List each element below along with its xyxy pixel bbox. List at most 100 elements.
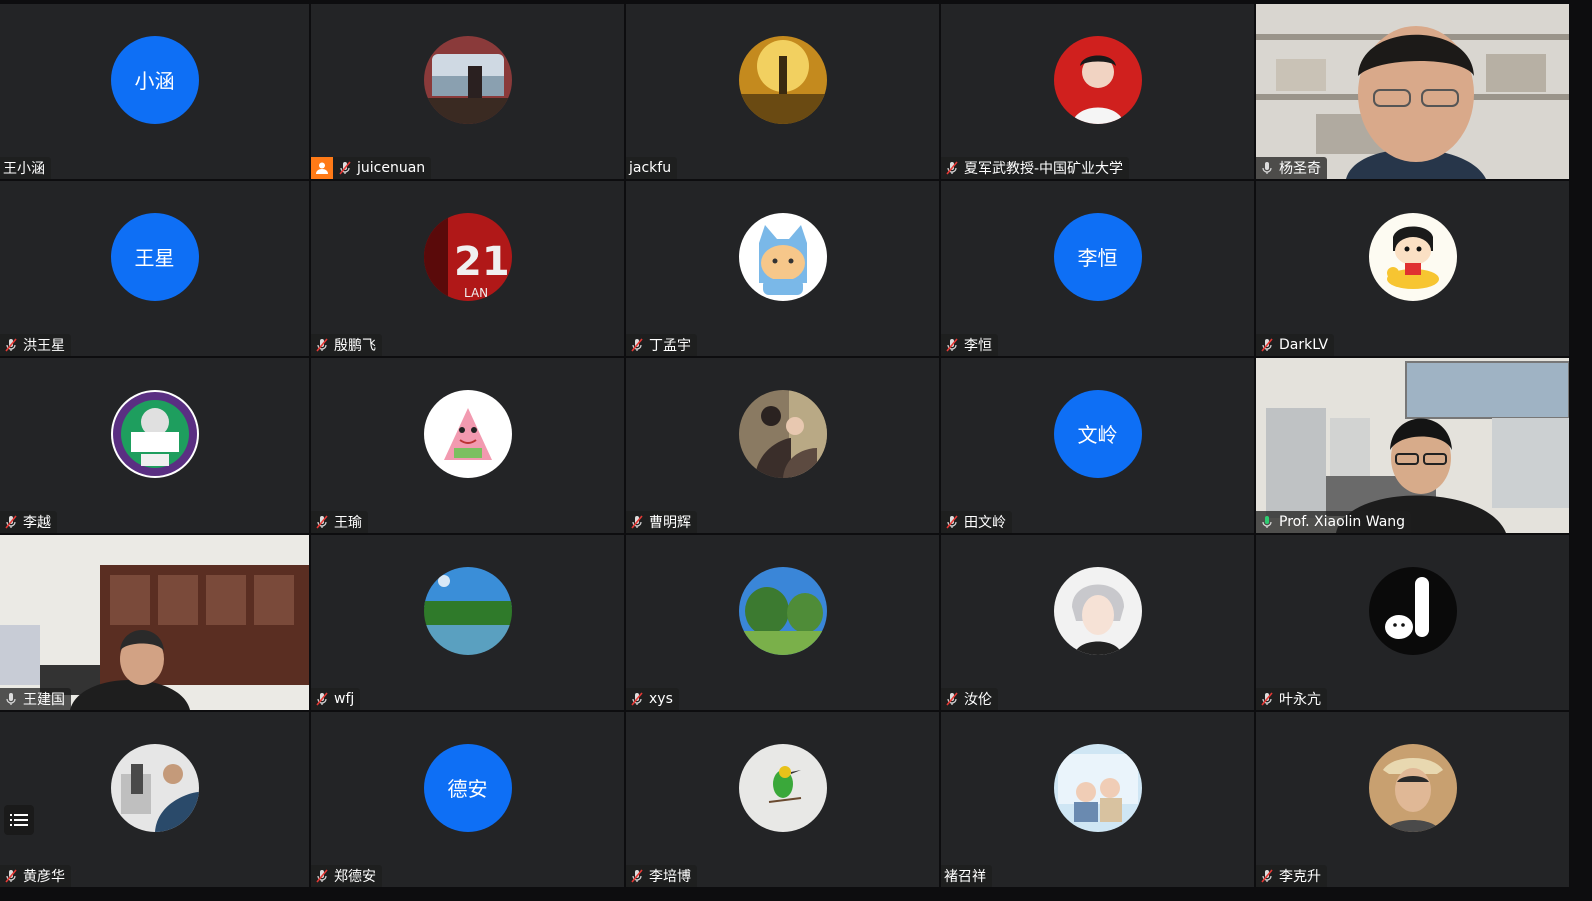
avatar [738,743,827,832]
participant-name: 王小涵 [3,161,45,177]
participant-tile[interactable]: 李越 [0,358,309,533]
nameplate: 郑德安 [311,865,382,887]
participant-tile[interactable]: 王瑜 [311,358,624,533]
nameplate: 褚召祥 [941,865,992,887]
avatar [1368,212,1457,301]
mic-icon [6,693,16,705]
avatar [423,35,512,124]
nameplate: 王瑜 [311,511,368,533]
participant-tile[interactable]: 汝伦 [941,535,1254,710]
participant-tile[interactable]: 黄彦华 [0,712,309,887]
participant-tile[interactable]: 李克升 [1256,712,1569,887]
avatar-initials: 文岭 [1077,423,1118,447]
participant-tile[interactable]: DarkLV [1256,181,1569,356]
avatar [1368,566,1457,655]
avatar [1053,743,1142,832]
avatar [110,743,199,832]
mic-muted-icon [1261,869,1273,883]
participant-tile[interactable]: 曹明辉 [626,358,939,533]
participant-tile[interactable]: xys [626,535,939,710]
mic-muted-icon [5,869,17,883]
participant-name: 殷鹏飞 [334,338,376,354]
participant-name: 汝伦 [964,692,992,708]
mic-muted-icon [631,692,643,706]
video-feed [0,535,309,710]
initials-avatar: 德安 [423,743,512,832]
nameplate: 叶永亢 [1256,688,1327,710]
nameplate: 曹明辉 [626,511,697,533]
participant-name: 丁孟宇 [649,338,691,354]
mic-muted-icon [316,338,328,352]
participant-tile[interactable]: 王星 洪王星 [0,181,309,356]
participant-name: 李培博 [649,869,691,885]
participant-tile[interactable]: wfj [311,535,624,710]
avatar [738,389,827,478]
participant-name: xys [649,691,673,707]
mic-muted-icon [316,515,328,529]
mic-muted-icon [946,161,958,175]
nameplate: 汝伦 [941,688,998,710]
mic-muted-icon [316,869,328,883]
participant-tile[interactable]: 丁孟宇 [626,181,939,356]
participant-name: 杨圣奇 [1279,161,1321,177]
mic-icon [1262,162,1272,174]
nameplate: 殷鹏飞 [311,334,382,356]
participant-tile[interactable]: 21 LAN 殷鹏飞 [311,181,624,356]
nameplate: 王建国 [0,688,71,710]
participant-tile[interactable]: 叶永亢 [1256,535,1569,710]
participant-tile[interactable]: 德安 郑德安 [311,712,624,887]
mic-muted-icon [1261,338,1273,352]
initials-avatar: 文岭 [1053,389,1142,478]
mic-muted-icon [946,692,958,706]
avatar [738,212,827,301]
mic-muted-icon [339,161,351,175]
participant-name: DarkLV [1279,337,1329,353]
participant-name: juicenuan [357,160,426,176]
participant-name: 黄彦华 [23,869,65,885]
participant-tile[interactable]: 小涵 王小涵 [0,4,309,179]
avatar [1053,35,1142,124]
participant-name: 王建国 [23,692,65,708]
nameplate: juicenuan [311,157,432,179]
video-feed [1256,358,1569,533]
nameplate: 李越 [0,511,57,533]
participant-name: 曹明辉 [649,515,691,531]
participant-tile[interactable]: 李培博 [626,712,939,887]
participant-tile[interactable]: 文岭 田文岭 [941,358,1254,533]
participant-name: 褚召祥 [944,869,986,885]
participant-name: 郑德安 [334,869,376,885]
participant-tile[interactable]: 褚召祥 [941,712,1254,887]
svg-text:21: 21 [454,239,510,285]
avatar-initials: 德安 [447,777,488,801]
participant-name: 李克升 [1279,869,1321,885]
nameplate: 李恒 [941,334,998,356]
participant-name: wfj [334,691,355,707]
nameplate: 夏军武教授-中国矿业大学 [941,157,1130,179]
mic-muted-icon [631,515,643,529]
nameplate: xys [626,688,679,710]
participant-name: Prof. Xiaolin Wang [1279,514,1406,530]
nameplate: 洪王星 [0,334,71,356]
participant-tile[interactable]: 夏军武教授-中国矿业大学 [941,4,1254,179]
list-icon [10,814,28,826]
participant-tile[interactable]: 李恒 李恒 [941,181,1254,356]
nameplate: 杨圣奇 [1256,157,1327,179]
participant-list-button[interactable] [4,805,34,835]
avatar [738,566,827,655]
participant-tile[interactable]: jackfu [626,4,939,179]
initials-avatar: 王星 [110,212,199,301]
nameplate: 田文岭 [941,511,1012,533]
avatar-initials: 小涵 [134,69,175,93]
participant-tile-video[interactable]: 王建国 [0,535,309,710]
nameplate: 王小涵 [0,157,51,179]
mic-muted-icon [631,869,643,883]
participant-tile-video[interactable]: 杨圣奇 [1256,4,1569,179]
participant-name: 田文岭 [964,515,1006,531]
participant-name: jackfu [629,160,672,176]
participant-tile-video-active-speaker[interactable]: Prof. Xiaolin Wang [1256,358,1569,533]
participant-tile[interactable]: juicenuan [311,4,624,179]
participant-name: 王瑜 [334,515,362,531]
host-icon [311,157,333,179]
participant-name: 洪王星 [23,338,65,354]
participant-name: 李恒 [964,338,992,354]
